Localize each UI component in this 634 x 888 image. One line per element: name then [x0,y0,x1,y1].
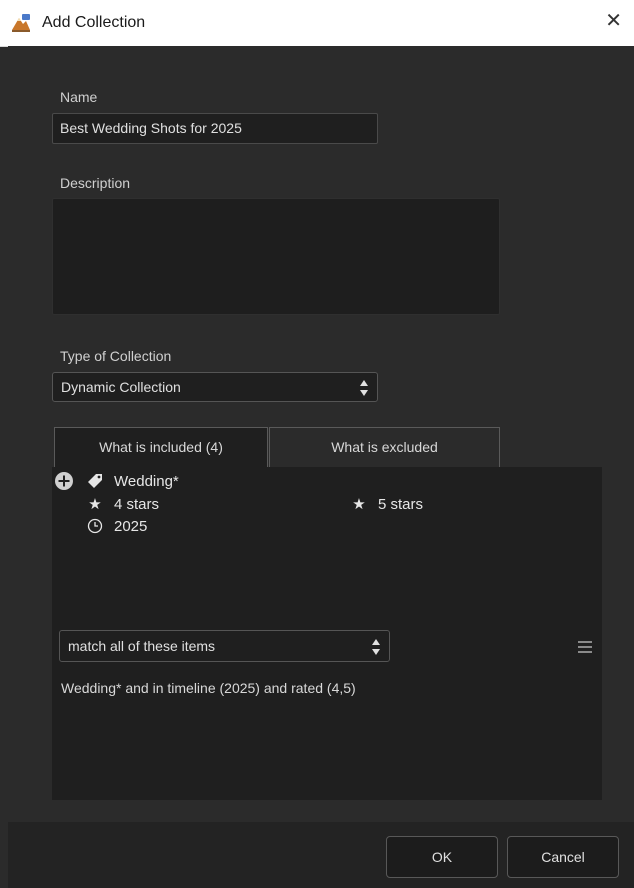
tab-included[interactable]: What is included (4) [54,427,268,467]
dialog-footer: OK Cancel [8,822,634,888]
criterion-rating-5[interactable]: ★ 5 stars [350,493,423,515]
tag-icon [86,472,104,490]
criterion-rating-4[interactable]: ★ 4 stars [86,493,159,515]
type-label: Type of Collection [60,348,172,364]
criteria-summary: Wedding* and in timeline (2025) and rate… [61,680,356,696]
criterion-timeline[interactable]: 2025 [86,515,147,537]
close-icon[interactable]: ✕ [605,11,622,31]
description-input[interactable] [52,198,500,315]
star-icon: ★ [88,496,102,513]
criterion-rating-5-label: 5 stars [378,495,424,513]
dialog-content: Name Best Wedding Shots for 2025 Descrip… [8,46,634,822]
criterion-rating-4-label: 4 stars [114,495,160,513]
title-bar: Add Collection ✕ [0,0,634,47]
description-label: Description [60,175,131,191]
collection-type-value: Dynamic Collection [61,379,181,395]
match-mode-select[interactable]: match all of these items [59,630,390,662]
name-input[interactable]: Best Wedding Shots for 2025 [52,113,378,144]
criterion-keyword-label: Wedding* [114,472,179,490]
app-icon [12,14,30,32]
menu-icon[interactable] [578,640,594,654]
tab-excluded-label: What is excluded [331,439,438,455]
tab-excluded[interactable]: What is excluded [269,427,500,467]
criterion-timeline-label: 2025 [114,517,148,535]
collection-type-select[interactable]: Dynamic Collection [52,372,378,402]
add-icon[interactable] [54,471,74,491]
match-mode-value: match all of these items [68,638,216,654]
star-icon: ★ [352,496,366,513]
name-label: Name [60,89,98,105]
clock-icon [86,517,104,535]
cancel-button[interactable]: Cancel [507,836,619,878]
up-down-caret-icon [360,380,368,396]
criterion-keyword[interactable]: Wedding* [86,470,179,492]
up-down-caret-icon [372,639,380,655]
criteria-panel: Wedding* ★ 4 stars ★ 5 stars 2025 match … [52,467,602,800]
ok-button[interactable]: OK [386,836,498,878]
tab-included-label: What is included (4) [99,439,223,455]
name-input-value: Best Wedding Shots for 2025 [60,120,242,136]
window-title: Add Collection [42,14,146,31]
